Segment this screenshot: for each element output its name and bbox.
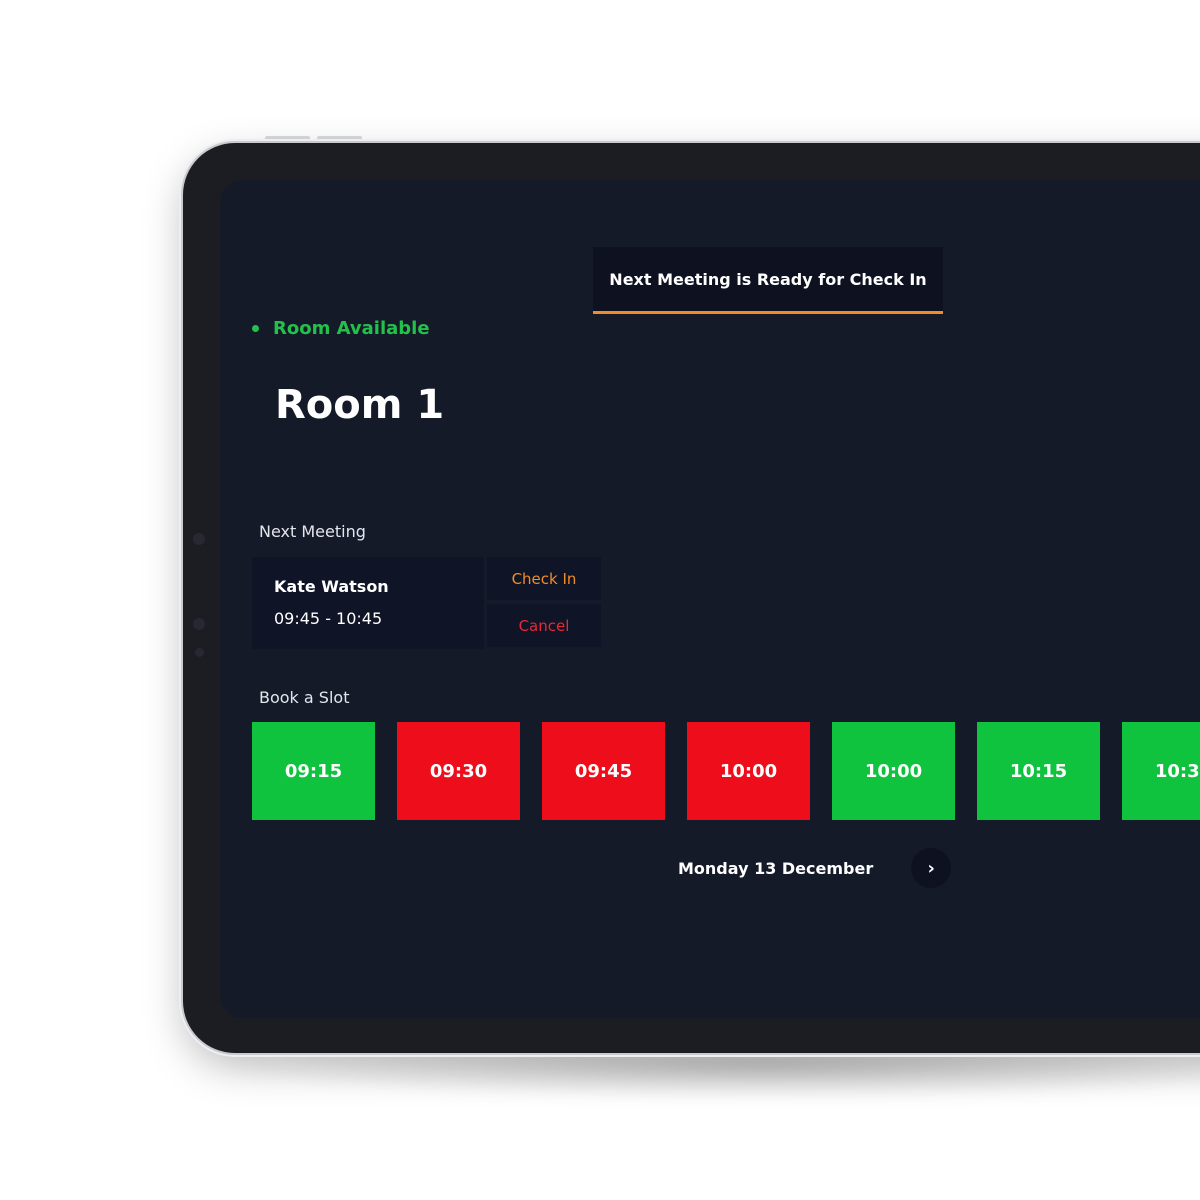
slot-time: 10:00 xyxy=(719,760,778,782)
slot-button[interactable]: 10:00 xyxy=(832,722,955,820)
slot-button[interactable]: 10:15 xyxy=(977,722,1100,820)
camera-icon xyxy=(193,533,205,545)
slot-time: 10:00 xyxy=(864,760,923,782)
cancel-button[interactable]: Cancel xyxy=(487,604,601,647)
slot-time: 09:15 xyxy=(284,760,343,782)
book-slot-heading: Book a Slot xyxy=(259,688,350,707)
slot-time: 09:45 xyxy=(574,760,633,782)
next-day-button[interactable]: › xyxy=(911,848,952,888)
sensor-dot-icon xyxy=(195,648,204,657)
room-status: Room Available xyxy=(252,318,430,339)
room-title: Room 1 xyxy=(275,382,445,428)
slot-time: 10:15 xyxy=(1009,760,1068,782)
slot-time: 10:30 xyxy=(1154,760,1200,782)
slot-button[interactable]: 09:15 xyxy=(252,722,375,820)
next-meeting-heading: Next Meeting xyxy=(259,522,366,541)
current-date: Monday 13 December xyxy=(678,858,874,878)
slot-time: 09:30 xyxy=(429,760,488,782)
slot-button[interactable]: 09:30 xyxy=(397,722,520,820)
check-in-notification[interactable]: Next Meeting is Ready for Check In xyxy=(593,247,943,314)
notification-text: Next Meeting is Ready for Check In xyxy=(609,269,927,289)
status-dot-icon xyxy=(252,325,259,332)
next-meeting-card: Kate Watson 09:45 - 10:45 xyxy=(252,557,484,649)
slot-button[interactable]: 09:45 xyxy=(542,722,665,820)
chevron-right-icon: › xyxy=(927,857,935,879)
volume-button-top-2 xyxy=(317,136,362,140)
meeting-organizer: Kate Watson xyxy=(274,577,389,596)
slot-button[interactable]: 10:00 xyxy=(687,722,810,820)
date-navigation: Monday 13 December › xyxy=(678,848,952,888)
slot-button[interactable]: 10:30 xyxy=(1122,722,1200,820)
screen: Next Meeting is Ready for Check In Room … xyxy=(220,180,1200,1018)
meeting-time: 09:45 - 10:45 xyxy=(274,609,383,628)
page: Next Meeting is Ready for Check In Room … xyxy=(0,0,1200,1200)
room-status-label: Room Available xyxy=(273,318,430,339)
volume-button-top xyxy=(265,136,310,140)
sensor-icon xyxy=(193,618,205,630)
check-in-button[interactable]: Check In xyxy=(487,557,601,600)
slot-list: 09:15 09:30 09:45 10:00 10:00 10:15 10:3… xyxy=(252,722,1200,820)
